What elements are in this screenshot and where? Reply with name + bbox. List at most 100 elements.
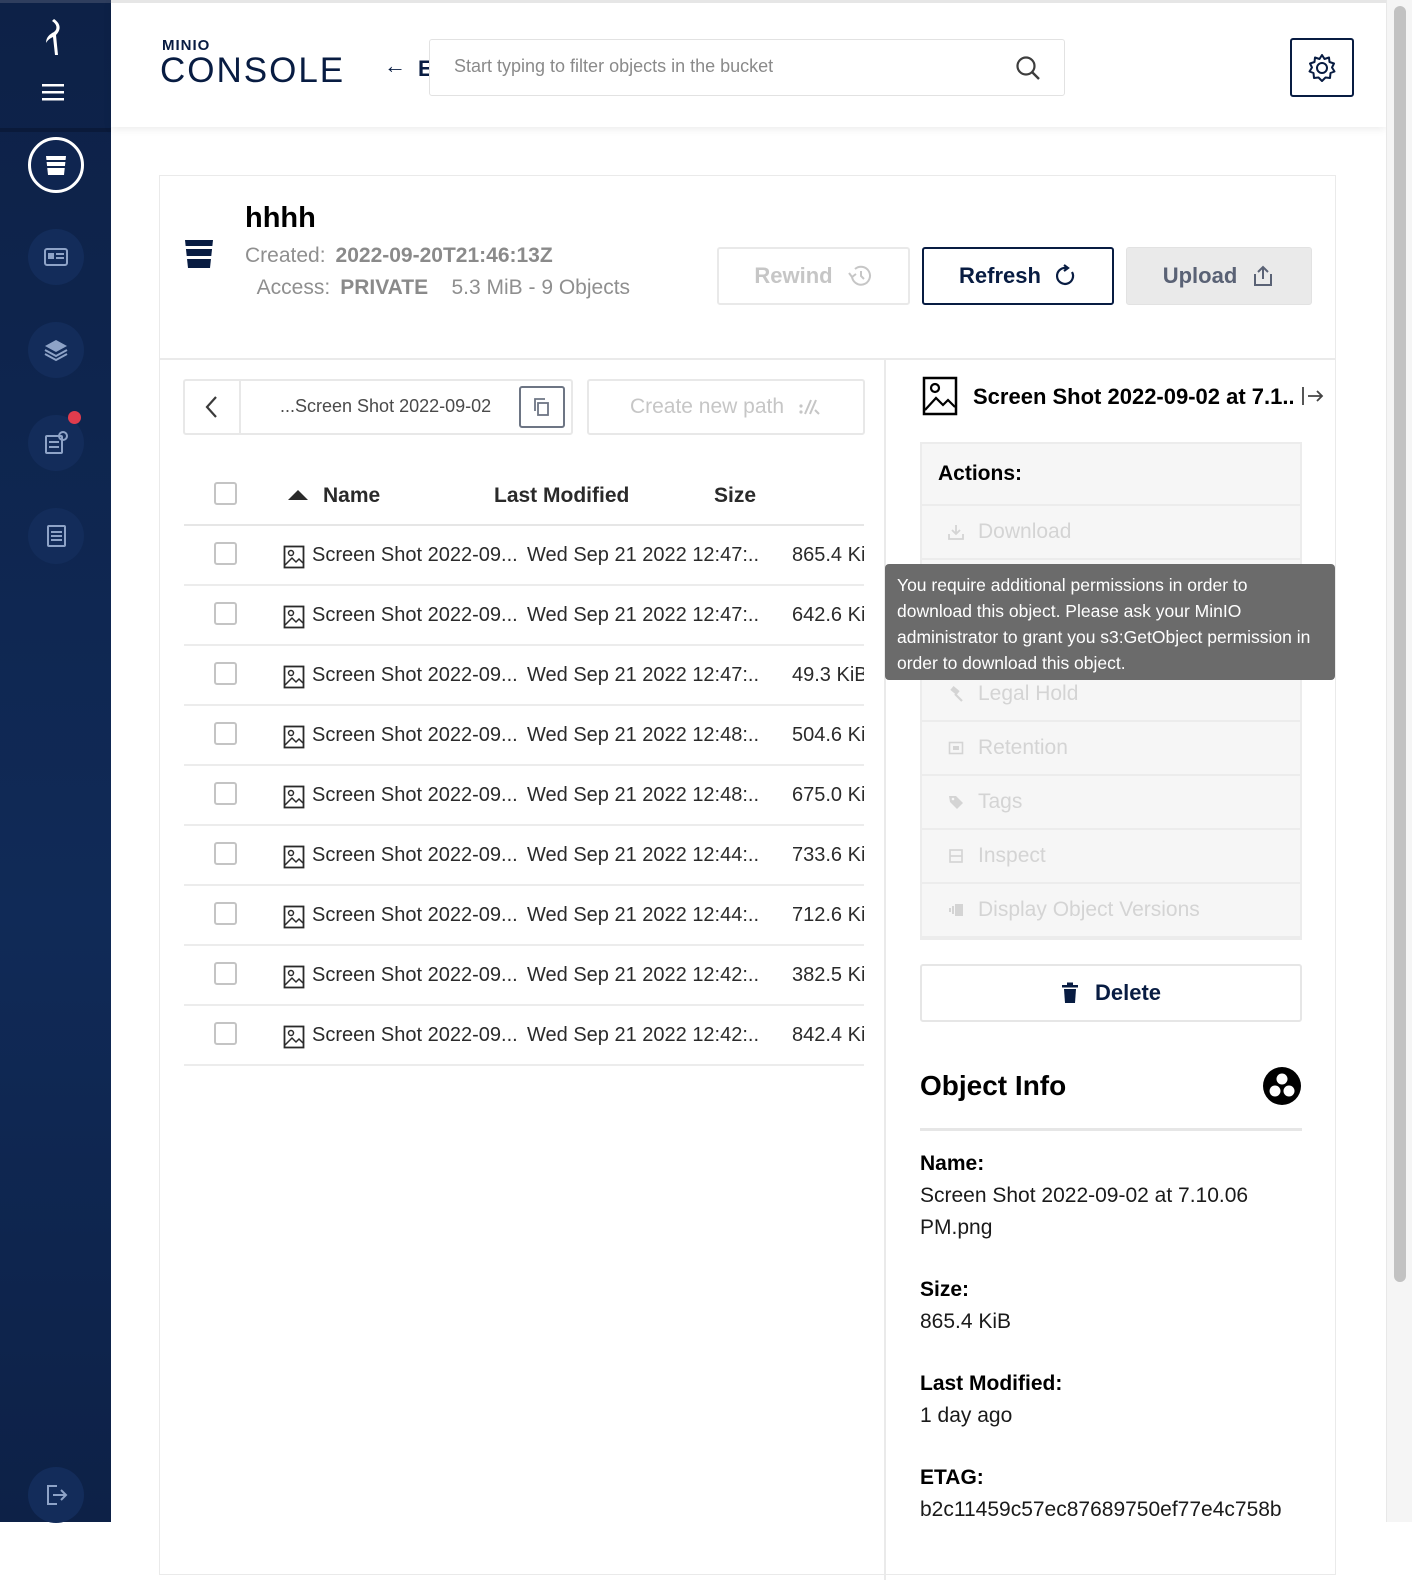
object-info-title: Object Info bbox=[920, 1070, 1067, 1101]
image-file-icon bbox=[283, 545, 305, 569]
row-last-modified: Wed Sep 21 2022 12:48:... bbox=[527, 784, 760, 806]
row-size: 733.6 KiB bbox=[792, 844, 864, 866]
info-last-modified: Last Modified: 1 day ago bbox=[920, 1368, 1302, 1432]
action-label: Download bbox=[978, 520, 1072, 543]
delete-button[interactable]: Delete bbox=[920, 964, 1302, 1022]
search-icon[interactable] bbox=[1014, 54, 1042, 82]
info-size-value: 865.4 KiB bbox=[920, 1310, 1012, 1333]
row-name[interactable]: Screen Shot 2022-09... bbox=[312, 904, 517, 927]
row-name[interactable]: Screen Shot 2022-09... bbox=[312, 604, 517, 627]
row-checkbox[interactable] bbox=[214, 842, 237, 865]
sidebar-item-logout[interactable] bbox=[28, 1467, 84, 1523]
action-download[interactable]: Download bbox=[922, 506, 1300, 560]
row-last-modified: Wed Sep 21 2022 12:44:... bbox=[527, 844, 760, 866]
copy-icon bbox=[534, 398, 549, 416]
new-path-icon bbox=[799, 399, 820, 415]
select-all-checkbox[interactable] bbox=[214, 482, 237, 505]
refresh-button[interactable]: Refresh bbox=[922, 247, 1114, 305]
table-row[interactable]: Screen Shot 2022-09... Wed Sep 21 2022 12… bbox=[184, 766, 864, 826]
info-size-label: Size: bbox=[920, 1278, 970, 1301]
action-display-object-versions[interactable]: Display Object Versions bbox=[922, 884, 1300, 938]
table-row[interactable]: Screen Shot 2022-09... Wed Sep 21 2022 12… bbox=[184, 586, 864, 646]
page-scrollbar[interactable] bbox=[1386, 0, 1412, 1522]
row-checkbox[interactable] bbox=[214, 542, 237, 565]
bucket-panel: hhhh Created: 2022-09-20T21:46:13Z Access… bbox=[159, 175, 1336, 1580]
minio-bird-logo-icon[interactable] bbox=[40, 17, 70, 57]
row-checkbox[interactable] bbox=[214, 1022, 237, 1045]
search-input[interactable] bbox=[454, 56, 994, 77]
table-row[interactable]: Screen Shot 2022-09... Wed Sep 21 2022 12… bbox=[184, 826, 864, 886]
action-retention[interactable]: Retention bbox=[922, 722, 1300, 776]
access-label: Access: bbox=[256, 276, 331, 299]
path-back-button[interactable] bbox=[185, 381, 241, 433]
column-last-modified[interactable]: Last Modified bbox=[494, 484, 629, 508]
row-size: 712.6 KiB bbox=[792, 904, 864, 926]
object-info-divider bbox=[920, 1128, 1302, 1131]
row-name[interactable]: Screen Shot 2022-09... bbox=[312, 784, 517, 807]
row-name[interactable]: Screen Shot 2022-09... bbox=[312, 664, 517, 687]
row-name[interactable]: Screen Shot 2022-09... bbox=[312, 964, 517, 987]
delete-label: Delete bbox=[1094, 980, 1162, 1005]
column-name[interactable]: Name bbox=[323, 484, 380, 508]
info-name-label: Name: bbox=[920, 1152, 985, 1175]
sort-ascending-icon[interactable] bbox=[288, 490, 308, 500]
info-name: Name: Screen Shot 2022-09-02 at 7.10.06 … bbox=[920, 1148, 1302, 1244]
current-path: ...Screen Shot 2022-09-02 bbox=[280, 396, 492, 416]
rewind-button[interactable]: Rewind bbox=[717, 247, 910, 305]
upload-button[interactable]: Upload bbox=[1126, 247, 1312, 305]
sidebar-item-buckets[interactable] bbox=[28, 137, 84, 193]
scrollbar-thumb[interactable] bbox=[1394, 6, 1406, 1282]
download-icon bbox=[948, 525, 964, 540]
brand-console-label: CONSOLE bbox=[160, 51, 346, 90]
row-name[interactable]: Screen Shot 2022-09... bbox=[312, 844, 517, 867]
row-checkbox[interactable] bbox=[214, 962, 237, 985]
trash-icon bbox=[1061, 982, 1078, 1003]
history-icon bbox=[847, 265, 871, 286]
sidebar-item-identity[interactable] bbox=[28, 229, 84, 285]
settings-button[interactable] bbox=[1290, 38, 1354, 97]
image-file-icon bbox=[283, 665, 305, 689]
row-size: 865.4 KiB bbox=[792, 544, 864, 566]
row-checkbox[interactable] bbox=[214, 782, 237, 805]
selected-object-title: Screen Shot 2022-09-02 at 7.1... bbox=[973, 384, 1293, 409]
action-label: Display Object Versions bbox=[978, 898, 1200, 921]
table-row[interactable]: Screen Shot 2022-09... Wed Sep 21 2022 12… bbox=[184, 526, 864, 586]
row-size: 642.6 KiB bbox=[792, 604, 864, 626]
info-last-modified-value: 1 day ago bbox=[920, 1404, 1013, 1427]
row-checkbox[interactable] bbox=[214, 902, 237, 925]
action-tags[interactable]: Tags bbox=[922, 776, 1300, 830]
row-name[interactable]: Screen Shot 2022-09... bbox=[312, 1024, 517, 1047]
create-new-path-button[interactable]: Create new path bbox=[587, 379, 865, 435]
row-last-modified: Wed Sep 21 2022 12:47:... bbox=[527, 604, 760, 626]
info-etag-label: ETAG: bbox=[920, 1466, 984, 1489]
tag-icon bbox=[949, 796, 963, 809]
image-file-icon bbox=[283, 845, 305, 869]
upload-icon bbox=[1254, 265, 1273, 286]
table-row[interactable]: Screen Shot 2022-09... Wed Sep 21 2022 12… bbox=[184, 706, 864, 766]
close-panel-icon[interactable] bbox=[1300, 384, 1326, 408]
table-row[interactable]: Screen Shot 2022-09... Wed Sep 21 2022 12… bbox=[184, 946, 864, 1006]
row-checkbox[interactable] bbox=[214, 662, 237, 685]
column-size[interactable]: Size bbox=[714, 484, 756, 508]
upload-label: Upload bbox=[1162, 263, 1238, 288]
table-row[interactable]: Screen Shot 2022-09... Wed Sep 21 2022 12… bbox=[184, 646, 864, 706]
copy-path-button[interactable] bbox=[519, 386, 565, 428]
bucket-name: hhhh bbox=[245, 202, 316, 234]
object-filter-search[interactable] bbox=[429, 39, 1065, 96]
row-checkbox[interactable] bbox=[214, 602, 237, 625]
row-name[interactable]: Screen Shot 2022-09... bbox=[312, 544, 517, 567]
row-name[interactable]: Screen Shot 2022-09... bbox=[312, 724, 517, 747]
chevron-left-icon bbox=[205, 396, 217, 418]
row-checkbox[interactable] bbox=[214, 722, 237, 745]
hamburger-menu-icon[interactable] bbox=[40, 81, 66, 103]
back-arrow-icon[interactable]: ← bbox=[384, 53, 406, 79]
table-row[interactable]: Screen Shot 2022-09... Wed Sep 21 2022 12… bbox=[184, 886, 864, 946]
info-etag: ETAG: b2c11459c57ec87689750ef77e4c758b bbox=[920, 1462, 1302, 1526]
image-file-icon bbox=[283, 785, 305, 809]
sidebar-item-tiers[interactable] bbox=[28, 322, 84, 378]
sidebar-item-logs[interactable] bbox=[28, 508, 84, 564]
panel-divider bbox=[160, 358, 1335, 360]
row-last-modified: Wed Sep 21 2022 12:47:... bbox=[527, 544, 760, 566]
table-row[interactable]: Screen Shot 2022-09... Wed Sep 21 2022 12… bbox=[184, 1006, 864, 1066]
action-inspect[interactable]: Inspect bbox=[922, 830, 1300, 884]
